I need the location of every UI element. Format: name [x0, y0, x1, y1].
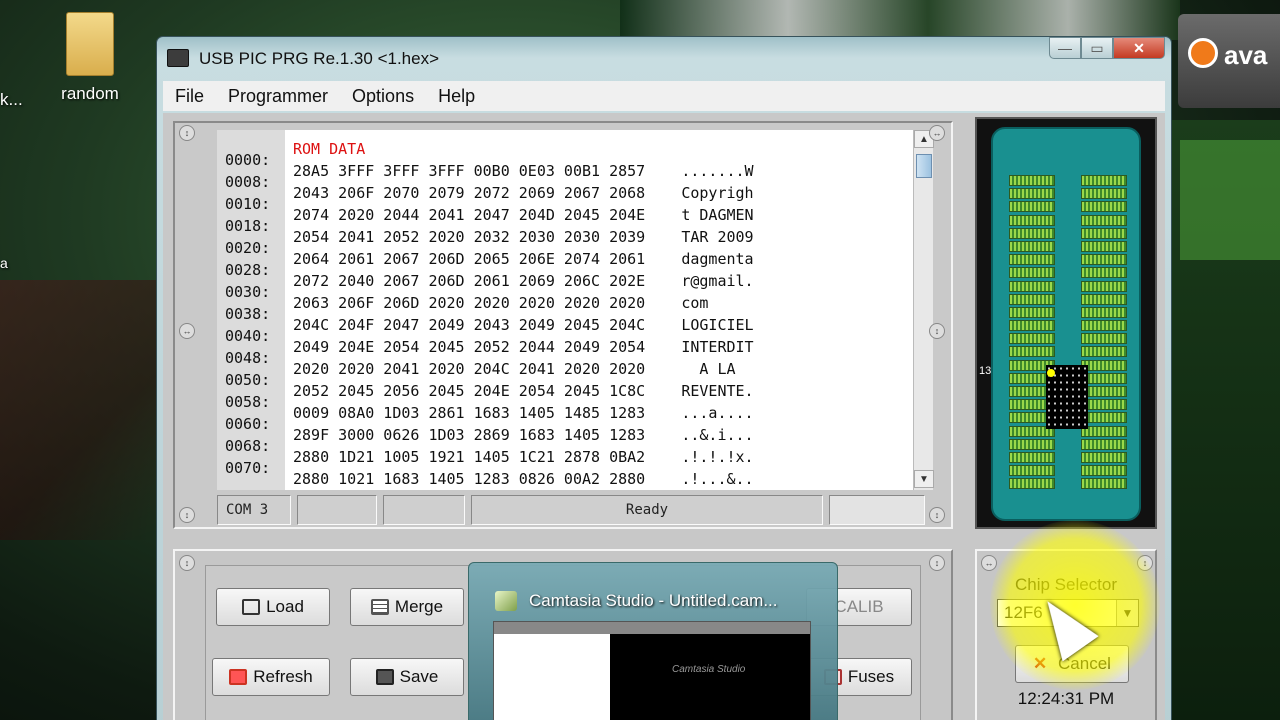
menu-file[interactable]: File: [163, 86, 216, 107]
scroll-thumb[interactable]: [916, 154, 932, 178]
window-title: USB PIC PRG Re.1.30 <1.hex>: [199, 49, 440, 68]
calib-label: CALIB: [834, 597, 884, 616]
thumbnail-preview: Camtasia Studio: [493, 621, 811, 720]
progress-bar: [829, 495, 925, 525]
menu-options[interactable]: Options: [340, 86, 426, 107]
desktop-partial-label[interactable]: k...: [0, 90, 23, 110]
desktop-partial-label-2: a: [0, 255, 8, 271]
splitter-handle-icon[interactable]: ↕: [179, 125, 195, 141]
merge-button[interactable]: Merge: [350, 588, 464, 626]
minimize-button[interactable]: —: [1049, 37, 1081, 59]
pin1-marker-icon: [1047, 369, 1055, 377]
save-button[interactable]: Save: [350, 658, 464, 696]
scroll-down-icon[interactable]: ▼: [914, 470, 934, 488]
zif-socket-board: [991, 127, 1141, 521]
load-label: Load: [266, 597, 304, 616]
preview-canvas: [494, 634, 610, 720]
fuses-label: Fuses: [847, 667, 895, 686]
hex-scrollbar[interactable]: ▲ ▼: [913, 130, 934, 490]
menu-bar: File Programmer Options Help: [163, 81, 1165, 111]
splitter-handle-icon[interactable]: ↕: [929, 507, 945, 523]
pin-number-label: 13: [979, 365, 992, 377]
camtasia-icon: [495, 591, 517, 611]
title-bar[interactable]: USB PIC PRG Re.1.30 <1.hex> — ▭ ✕: [157, 37, 1171, 79]
status-state: Ready: [471, 495, 823, 525]
maximize-button[interactable]: ▭: [1081, 37, 1113, 59]
hex-addresses: 0000: 0008: 0010: 0018: 0020: 0028: 0030…: [225, 151, 271, 477]
splitter-handle-icon[interactable]: ↔: [179, 323, 195, 339]
splitter-handle-icon[interactable]: ↕: [1137, 555, 1153, 571]
clock-display: 12:24:31 PM: [1017, 689, 1115, 708]
desktop-icon-random[interactable]: random: [40, 8, 140, 104]
menu-help[interactable]: Help: [426, 86, 487, 107]
hex-data-view[interactable]: ROM DATA 28A5 3FFF 3FFF 3FFF 00B0 0E03 0…: [285, 130, 913, 490]
splitter-handle-icon[interactable]: ↕: [179, 555, 195, 571]
splitter-handle-icon[interactable]: ↕: [929, 555, 945, 571]
avast-label: ava: [1224, 40, 1268, 70]
save-label: Save: [399, 667, 439, 686]
hex-content: ROM DATA 28A5 3FFF 3FFF 3FFF 00B0 0E03 0…: [293, 138, 754, 490]
desktop-wallpaper-top: [620, 0, 1180, 40]
desktop-wallpaper-green: [1180, 140, 1280, 260]
app-usb-icon: [167, 49, 189, 67]
chip-socket-view: 13: [975, 117, 1157, 529]
merge-label: Merge: [394, 597, 444, 616]
status-cell-3: [383, 495, 465, 525]
folder-icon: [66, 12, 114, 76]
splitter-handle-icon[interactable]: ↕: [179, 507, 195, 523]
preview-toolbar: [494, 622, 810, 634]
chevron-down-icon[interactable]: ▼: [1116, 600, 1138, 626]
menu-programmer[interactable]: Programmer: [216, 86, 340, 107]
hex-rows: 28A5 3FFF 3FFF 3FFF 00B0 0E03 00B1 2857 …: [293, 162, 754, 488]
status-bar: COM 3 Ready: [217, 495, 933, 525]
thumbnail-title: Camtasia Studio - Untitled.cam...: [529, 591, 778, 610]
refresh-label: Refresh: [253, 667, 313, 686]
refresh-chip-icon: [229, 669, 248, 685]
desktop-icon-label: random: [61, 84, 119, 103]
preview-logo: Camtasia Studio: [672, 664, 746, 675]
status-cell-2: [297, 495, 377, 525]
splitter-handle-icon[interactable]: ↕: [929, 323, 945, 339]
cancel-x-icon: ✕: [1033, 654, 1048, 673]
load-button[interactable]: Load: [216, 588, 330, 626]
window-controls: — ▭ ✕: [1049, 37, 1165, 59]
rom-data-header: ROM DATA: [293, 140, 366, 158]
avast-logo-icon: [1188, 38, 1218, 68]
merge-pages-icon: [370, 599, 389, 615]
socket-pins-right: [1081, 175, 1127, 492]
socket-pins-left: [1009, 175, 1055, 492]
folder-open-icon: [242, 599, 261, 615]
splitter-handle-icon[interactable]: ↔: [981, 555, 997, 571]
taskbar-thumbnail-camtasia[interactable]: Camtasia Studio - Untitled.cam... Camtas…: [468, 562, 838, 720]
splitter-handle-icon[interactable]: ↔: [929, 125, 945, 141]
close-button[interactable]: ✕: [1113, 37, 1165, 59]
refresh-button[interactable]: Refresh: [212, 658, 330, 696]
floppy-disk-icon: [375, 669, 394, 685]
avast-widget[interactable]: ava: [1178, 14, 1280, 108]
desktop-wallpaper-flag: [0, 280, 160, 540]
hex-panel: ↕ ↔ ↕ 0000: 0008: 0010: 0018: 0020: 0028…: [173, 121, 953, 529]
status-port: COM 3: [217, 495, 291, 525]
